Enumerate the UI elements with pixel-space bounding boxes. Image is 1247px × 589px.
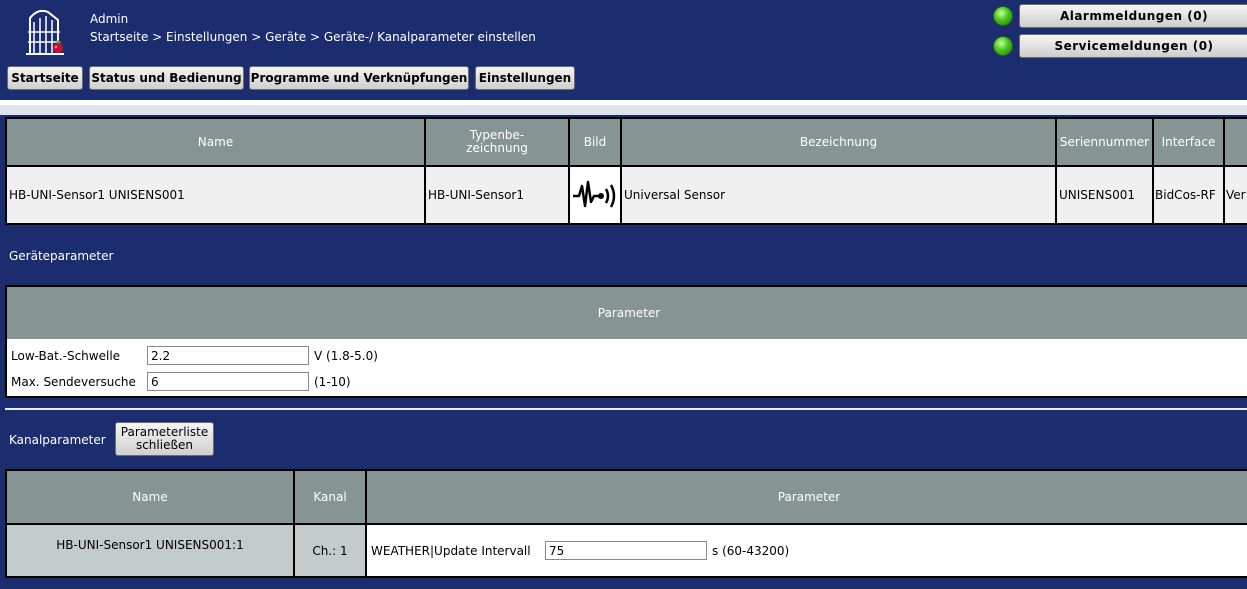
- channel-number-cell: Ch.: 1: [293, 523, 367, 578]
- device-params-title: Geräteparameter: [9, 249, 114, 263]
- col-header-name: Name: [5, 117, 426, 167]
- channel-col-header-channel: Kanal: [293, 469, 367, 525]
- low-bat-unit: V (1.8-5.0): [314, 349, 378, 363]
- col-header-extra: [1223, 117, 1247, 167]
- service-messages-button[interactable]: Servicemeldungen (0): [1019, 34, 1247, 58]
- update-interval-label: WEATHER|Update Intervall: [371, 544, 531, 558]
- device-name-cell[interactable]: HB-UNI-Sensor1 UNISENS001: [5, 165, 426, 225]
- user-name: Admin: [90, 12, 129, 26]
- col-header-image: Bild: [568, 117, 622, 167]
- device-type-cell: HB-UNI-Sensor1: [424, 165, 570, 225]
- col-header-type: Typenbe- zeichnung: [424, 117, 570, 167]
- divider: [5, 408, 1247, 410]
- close-parameter-list-button[interactable]: Parameterliste schließen: [115, 422, 214, 456]
- max-send-label: Max. Sendeversuche: [11, 375, 136, 389]
- divider: [0, 105, 1247, 115]
- max-send-input[interactable]: [147, 372, 309, 391]
- breadcrumb: Startseite > Einstellungen > Geräte > Ge…: [90, 30, 536, 44]
- alarm-messages-button[interactable]: Alarmmeldungen (0): [1019, 4, 1247, 28]
- sensor-signal-icon: [571, 174, 619, 217]
- low-bat-input[interactable]: [147, 346, 309, 365]
- nav-einstellungen-button[interactable]: Einstellungen: [475, 66, 575, 90]
- col-header-interface: Interface: [1152, 117, 1225, 167]
- nav-startseite-button[interactable]: Startseite: [7, 66, 83, 90]
- channel-col-header-parameter: Parameter: [365, 469, 1247, 525]
- update-interval-unit: s (60-43200): [712, 544, 790, 558]
- channel-name-cell: HB-UNI-Sensor1 UNISENS001:1: [5, 523, 295, 578]
- alarm-status-led-icon: [993, 6, 1013, 26]
- device-interface-cell: BidCos-RF: [1152, 165, 1225, 225]
- channel-params-title: Kanalparameter: [9, 433, 106, 447]
- nav-programme-button[interactable]: Programme und Verknüpfungen: [249, 66, 469, 90]
- max-send-unit: (1-10): [314, 375, 351, 389]
- device-image-cell: [568, 165, 622, 225]
- device-extra-cell: Ver: [1223, 165, 1247, 225]
- close-parameter-list-label: Parameterliste schließen: [120, 425, 209, 452]
- service-status-led-icon: [993, 36, 1013, 56]
- device-serial-cell: UNISENS001: [1055, 165, 1154, 225]
- device-params-header: Parameter: [5, 285, 1247, 341]
- channel-col-header-name: Name: [5, 469, 295, 525]
- homematic-house-logo-icon[interactable]: [24, 6, 68, 58]
- col-header-description: Bezeichnung: [620, 117, 1057, 167]
- update-interval-input[interactable]: [545, 541, 707, 560]
- low-bat-label: Low-Bat.-Schwelle: [11, 349, 121, 363]
- header-bar: Admin Startseite > Einstellungen > Gerät…: [0, 0, 1247, 100]
- nav-status-button[interactable]: Status und Bedienung: [89, 66, 244, 90]
- device-description-cell: Universal Sensor: [620, 165, 1057, 225]
- col-header-serial: Seriennummer: [1055, 117, 1154, 167]
